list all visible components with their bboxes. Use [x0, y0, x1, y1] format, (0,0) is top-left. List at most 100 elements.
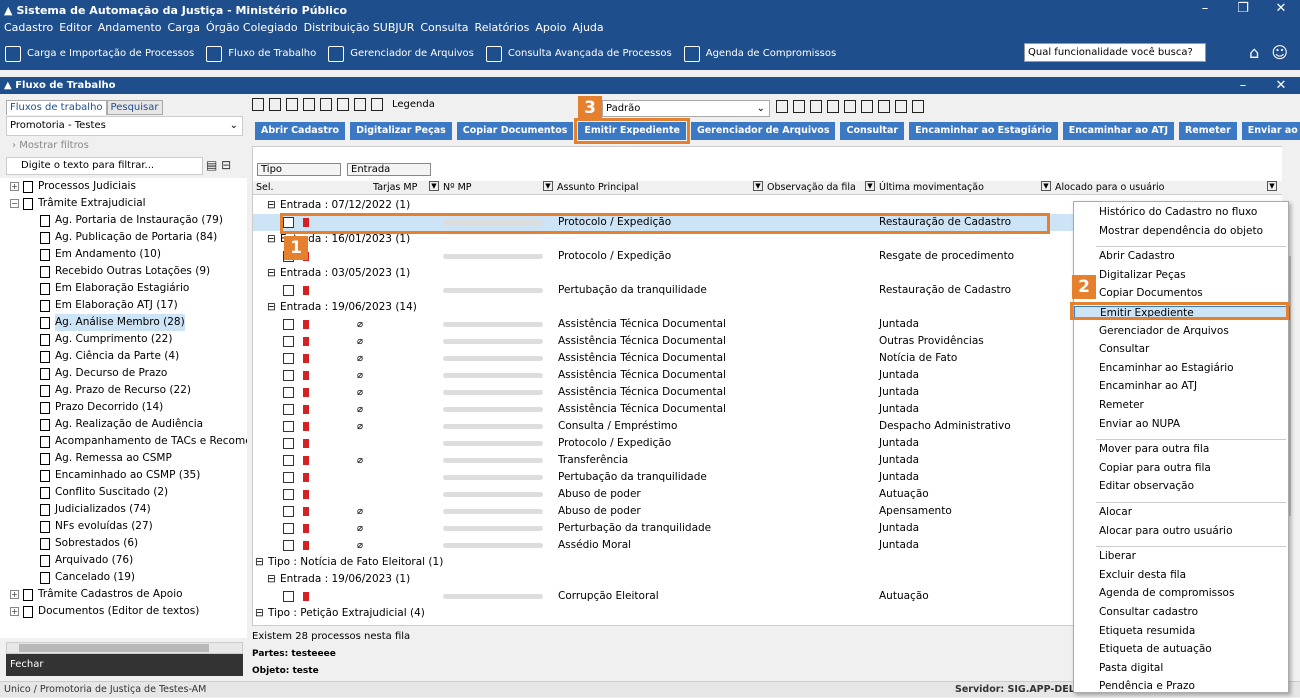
action-button[interactable]: Encaminhar ao Estagiário — [909, 122, 1058, 140]
copy-icon[interactable] — [286, 98, 298, 111]
legend-label[interactable]: Legenda — [392, 99, 435, 110]
collapse-icon[interactable]: ⊟ — [255, 554, 264, 571]
show-filters-link[interactable]: › Mostrar filtros — [12, 140, 89, 151]
group-chip-tipo[interactable]: Tipo — [257, 163, 341, 176]
tree-node[interactable]: Ag. Prazo de Recurso (22) — [40, 382, 191, 399]
tree-node[interactable]: Encaminhado ao CSMP (35) — [40, 467, 200, 484]
col-observacao[interactable]: Observação da fila — [767, 181, 856, 195]
row-checkbox[interactable] — [283, 336, 294, 347]
expand-toggle-icon[interactable]: + — [10, 182, 19, 191]
action-button[interactable]: Emitir Expediente — [574, 118, 690, 144]
col-assunto[interactable]: Assunto Principal — [557, 181, 638, 195]
context-menu-item[interactable]: Consultar — [1099, 343, 1149, 355]
context-menu-item[interactable]: Pasta digital — [1099, 662, 1163, 674]
menu-item[interactable]: Consulta — [420, 20, 468, 37]
context-menu-item[interactable]: Copiar Documentos — [1099, 287, 1203, 299]
row-checkbox[interactable] — [283, 438, 294, 449]
action-button[interactable]: Abrir Cadastro — [255, 122, 346, 140]
tree-node[interactable]: Ag. Análise Membro (28) — [40, 314, 185, 331]
menu-item[interactable]: Apoio — [535, 20, 566, 37]
context-menu-item[interactable]: Alocar — [1099, 506, 1132, 518]
close-button[interactable]: ✕ — [1262, 0, 1300, 20]
filter-dropdown-icon[interactable]: ▼ — [1041, 181, 1051, 191]
attachment-icon[interactable]: ⌀ — [357, 333, 363, 350]
tree-node[interactable]: + Processos Judiciais — [10, 178, 136, 195]
tree-node[interactable]: Ag. Realização de Audiência — [40, 416, 203, 433]
toolbar-item[interactable]: Agenda de Compromissos — [683, 45, 836, 62]
columns-icon[interactable] — [827, 100, 839, 113]
attachment-icon[interactable]: ⌀ — [357, 316, 363, 333]
menu-item[interactable]: Editor — [59, 20, 92, 37]
col-ultima-mov[interactable]: Última movimentação — [879, 181, 984, 195]
tree-node[interactable]: Ag. Cumprimento (22) — [40, 331, 172, 348]
row-checkbox[interactable] — [283, 353, 294, 364]
minimize-button[interactable]: – — [1186, 0, 1224, 20]
context-menu-item[interactable]: Consultar cadastro — [1099, 606, 1198, 618]
row-checkbox[interactable] — [283, 285, 294, 296]
tab-fluxos[interactable]: Fluxos de trabalho — [6, 100, 107, 115]
expand-tree-icon[interactable]: ▤ — [206, 158, 217, 172]
context-menu-item[interactable]: Encaminhar ao ATJ — [1099, 380, 1197, 392]
tree-node[interactable]: Cancelado (19) — [40, 569, 135, 586]
tree-node[interactable]: Ag. Publicação de Portaria (84) — [40, 229, 217, 246]
menu-item[interactable]: Carga — [167, 20, 199, 37]
tree-node[interactable]: Ag. Ciência da Parte (4) — [40, 348, 179, 365]
expand-toggle-icon[interactable]: + — [10, 590, 19, 599]
row-checkbox[interactable] — [283, 523, 294, 534]
delete-layout-icon[interactable] — [793, 100, 805, 113]
filter-dropdown-icon[interactable]: ▼ — [753, 181, 763, 191]
attachment-icon[interactable]: ⌀ — [357, 452, 363, 469]
menu-item[interactable]: Distribuição SUBJUR — [304, 20, 415, 37]
row-checkbox[interactable] — [283, 404, 294, 415]
action-button[interactable]: Gerenciador de Arquivos — [690, 122, 836, 140]
legend-icon[interactable] — [371, 98, 383, 111]
tree-node[interactable]: Ag. Decurso de Prazo — [40, 365, 167, 382]
row-checkbox[interactable] — [283, 319, 294, 330]
tree-node[interactable]: − Trâmite Extrajudicial — [10, 195, 146, 212]
import-icon[interactable] — [354, 98, 366, 111]
tree-hscrollbar[interactable] — [6, 642, 243, 654]
print-grid-icon[interactable] — [912, 100, 924, 113]
tree-node[interactable]: Ag. Portaria de Instauração (79) — [40, 212, 223, 229]
tree-node[interactable]: Recebido Outras Lotações (9) — [40, 263, 210, 280]
tree-node[interactable]: NFs evoluídas (27) — [40, 518, 153, 535]
new-icon[interactable] — [252, 98, 264, 111]
row-checkbox[interactable] — [283, 370, 294, 381]
edit-layout-icon[interactable] — [810, 100, 822, 113]
action-button[interactable]: Copiar Documentos — [456, 122, 574, 140]
tree-node[interactable]: Em Andamento (10) — [40, 246, 161, 263]
toolbar-item[interactable]: Gerenciador de Arquivos — [328, 45, 474, 62]
row-checkbox[interactable] — [283, 506, 294, 517]
menu-item[interactable]: Andamento — [98, 20, 162, 37]
form-icon[interactable] — [861, 100, 873, 113]
toolbar-item[interactable]: Carga e Importação de Processos — [5, 45, 194, 62]
row-checkbox[interactable] — [283, 455, 294, 466]
filter-dropdown-icon[interactable]: ▼ — [543, 181, 553, 191]
filter-dropdown-icon[interactable]: ▼ — [429, 181, 439, 191]
menu-item[interactable]: Ajuda — [572, 20, 603, 37]
menu-item[interactable]: Cadastro — [4, 20, 53, 37]
tree-filter-input[interactable]: Digite o texto para filtrar... — [6, 157, 203, 175]
tab-pesquisar[interactable]: Pesquisar — [106, 100, 163, 115]
group-chip-entrada[interactable]: Entrada — [347, 163, 431, 176]
collapse-icon[interactable]: ⊟ — [255, 605, 264, 622]
menu-item[interactable]: Órgão Colegiado — [206, 20, 298, 37]
context-menu-item[interactable]: Digitalizar Peças — [1099, 269, 1186, 281]
save-layout-icon[interactable] — [776, 100, 788, 113]
print-icon[interactable] — [320, 98, 332, 111]
tree-node[interactable]: Judicializados (74) — [40, 501, 151, 518]
users-icon[interactable]: ☺ — [1271, 43, 1288, 62]
context-menu-item[interactable]: Excluir desta fila — [1099, 569, 1186, 581]
action-button[interactable]: Enviar ao NUPA — [1241, 122, 1300, 140]
row-checkbox[interactable] — [283, 540, 294, 551]
tree-node[interactable]: Arquivado (76) — [40, 552, 133, 569]
filter-dropdown-icon[interactable]: ▼ — [1267, 181, 1277, 191]
row-checkbox[interactable] — [283, 421, 294, 432]
collapse-icon[interactable]: ⊟ — [267, 265, 276, 282]
collapse-icon[interactable]: ⊟ — [267, 299, 276, 316]
action-button[interactable]: Digitalizar Peças — [350, 122, 452, 140]
row-checkbox[interactable] — [283, 387, 294, 398]
row-checkbox[interactable] — [283, 591, 294, 602]
attachment-icon[interactable]: ⌀ — [357, 384, 363, 401]
tree-node[interactable]: Prazo Decorrido (14) — [40, 399, 163, 416]
